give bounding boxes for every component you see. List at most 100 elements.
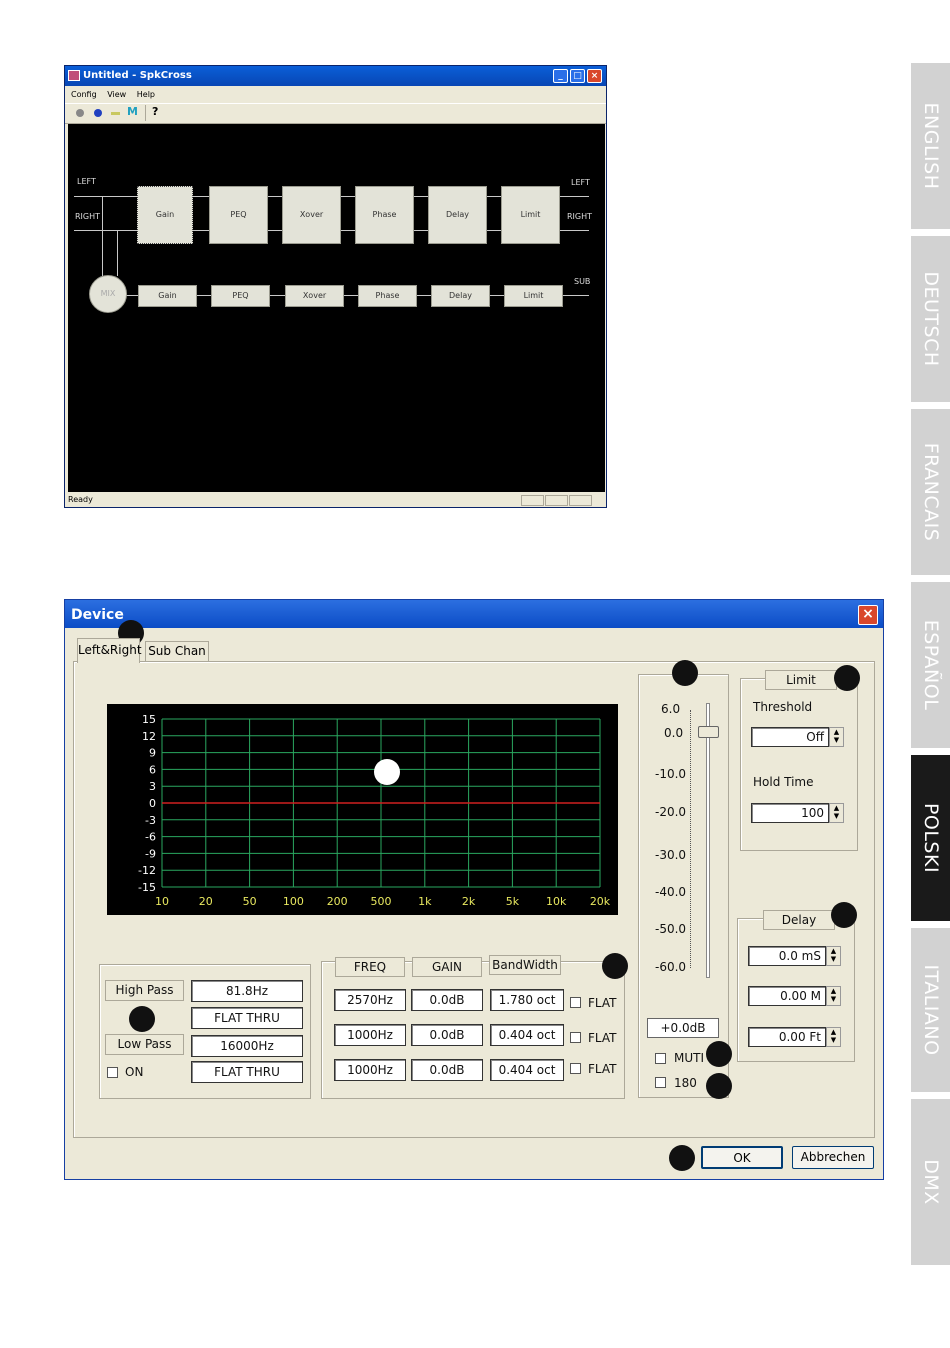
title-bar: Untitled - SpkCross _ □ ×: [65, 66, 606, 86]
dialog-title: Device: [71, 607, 124, 623]
eq-y-tick-label: -9: [145, 847, 156, 860]
sub-peq-block[interactable]: PEQ: [211, 285, 270, 307]
delay-feet-field[interactable]: 0.00 Ft: [748, 1027, 826, 1047]
sub-phase-block[interactable]: Phase: [358, 285, 417, 307]
threshold-field[interactable]: Off: [751, 727, 829, 747]
side-tab-italiano[interactable]: ITALIANO: [911, 928, 950, 1092]
main-peq-block[interactable]: PEQ: [209, 186, 268, 244]
peq-band-2-freq[interactable]: 1000Hz: [334, 1024, 406, 1046]
tab-left-right[interactable]: Left&Right: [77, 638, 142, 663]
peq-band-3-freq[interactable]: 1000Hz: [334, 1059, 406, 1081]
hold-time-label: Hold Time: [753, 775, 814, 789]
low-pass-frequency-field[interactable]: 16000Hz: [191, 1035, 303, 1057]
menu-view[interactable]: View: [107, 90, 126, 99]
phase-180-label: 180: [674, 1076, 697, 1090]
callout-marker-gain: [672, 660, 698, 686]
yellow-bar-icon[interactable]: [111, 112, 120, 115]
eq-y-tick-label: 6: [149, 763, 156, 776]
eq-x-tick-label: 50: [243, 895, 257, 908]
eq-x-tick-label: 100: [283, 895, 304, 908]
ok-button[interactable]: OK: [701, 1146, 783, 1169]
callout-marker-crossover: [129, 1006, 155, 1032]
main-delay-block[interactable]: Delay: [428, 186, 487, 244]
threshold-label: Threshold: [753, 700, 813, 714]
low-pass-on-label: ON: [125, 1065, 144, 1079]
eq-response-graph: 15 12 9 6 3 0 -3 -6 -9 -12 -15 10 20 50 100 200 500 1k 2k 5…: [107, 704, 618, 915]
menu-config[interactable]: Config: [71, 90, 97, 99]
gain-value-field[interactable]: +0.0dB: [647, 1018, 719, 1038]
gray-circle-icon[interactable]: [76, 109, 84, 117]
main-phase-block[interactable]: Phase: [355, 186, 414, 244]
cancel-button[interactable]: Abbrechen: [792, 1146, 874, 1169]
sub-limit-block[interactable]: Limit: [504, 285, 563, 307]
threshold-spinner[interactable]: ▲ ▼: [829, 727, 844, 747]
mix-node[interactable]: MIX: [89, 275, 127, 313]
main-limit-block[interactable]: Limit: [501, 186, 560, 244]
delay-meters-field[interactable]: 0.00 M: [748, 986, 826, 1006]
side-tab-espanol[interactable]: ESPAÑOL: [911, 582, 950, 748]
gain-header: GAIN: [412, 957, 482, 977]
peq-band-2-bandwidth[interactable]: 0.404 oct: [490, 1024, 564, 1046]
m-icon[interactable]: M: [127, 105, 138, 118]
peq-band-1-gain[interactable]: 0.0dB: [411, 989, 483, 1011]
peq-band-3-gain[interactable]: 0.0dB: [411, 1059, 483, 1081]
sub-output-label: SUB: [574, 277, 591, 286]
side-tab-english[interactable]: ENGLISH: [911, 63, 950, 229]
delay-ms-field[interactable]: 0.0 mS: [748, 946, 826, 966]
gain-fader-handle[interactable]: [698, 726, 719, 738]
sub-delay-block[interactable]: Delay: [431, 285, 490, 307]
low-pass-type-field[interactable]: FLAT THRU: [191, 1061, 303, 1083]
sub-gain-block[interactable]: Gain: [138, 285, 197, 307]
spkcross-window: Untitled - SpkCross _ □ × Config View He…: [64, 65, 607, 508]
peq-band-1-freq[interactable]: 2570Hz: [334, 989, 406, 1011]
eq-y-tick-label: 9: [149, 747, 156, 760]
side-tab-deutsch[interactable]: DEUTSCH: [911, 236, 950, 402]
callout-marker-phase: [706, 1073, 732, 1099]
high-pass-type-field[interactable]: FLAT THRU: [191, 1007, 303, 1029]
tab-sub-chan[interactable]: Sub Chan: [145, 641, 209, 662]
maximize-button[interactable]: □: [570, 69, 585, 83]
peq-band-2-gain[interactable]: 0.0dB: [411, 1024, 483, 1046]
right-output-label: RIGHT: [567, 212, 593, 221]
fader-tick-marks: [690, 710, 692, 968]
main-xover-block[interactable]: Xover: [282, 186, 341, 244]
sub-xover-block[interactable]: Xover: [285, 285, 344, 307]
side-tab-francais[interactable]: FRANCAIS: [911, 409, 950, 575]
high-pass-frequency-field[interactable]: 81.8Hz: [191, 980, 303, 1002]
delay-ms-spinner[interactable]: ▲ ▼: [826, 946, 841, 966]
bandwidth-header: BandWidth: [489, 955, 561, 975]
delay-meters-spinner[interactable]: ▲ ▼: [826, 986, 841, 1006]
peq-band-1-bandwidth[interactable]: 1.780 oct: [490, 989, 564, 1011]
blue-circle-icon[interactable]: [94, 109, 102, 117]
close-button[interactable]: ×: [587, 69, 602, 83]
right-input-label: RIGHT: [75, 212, 101, 221]
minimize-button[interactable]: _: [553, 69, 568, 83]
peq-band-1-flat-checkbox[interactable]: [570, 997, 581, 1008]
signal-flow-canvas: LEFT RIGHT LEFT RIGHT SUB Gain PEQ Xover…: [68, 124, 605, 492]
peq-band-2-flat-checkbox[interactable]: [570, 1032, 581, 1043]
eq-x-tick-label: 10: [155, 895, 169, 908]
eq-y-tick-label: -15: [138, 881, 156, 894]
side-tab-dmx[interactable]: DMX: [911, 1099, 950, 1265]
delay-feet-spinner[interactable]: ▲ ▼: [826, 1027, 841, 1047]
gain-scale-6: 6.0: [661, 702, 681, 716]
side-tab-italiano-label: ITALIANO: [919, 964, 942, 1056]
low-pass-on-checkbox[interactable]: [107, 1067, 118, 1078]
eq-x-tick-label: 5k: [506, 895, 520, 908]
mute-checkbox[interactable]: [655, 1053, 666, 1064]
dialog-close-button[interactable]: ×: [858, 605, 878, 625]
callout-marker-graph: [374, 759, 400, 785]
help-icon[interactable]: ?: [152, 105, 158, 118]
phase-180-checkbox[interactable]: [655, 1077, 666, 1088]
peq-band-3-flat-checkbox[interactable]: [570, 1063, 581, 1074]
peq-band-3-bandwidth[interactable]: 0.404 oct: [490, 1059, 564, 1081]
eq-graph-svg: 15 12 9 6 3 0 -3 -6 -9 -12 -1510 20 50 100 200 500 1k 2k 5…: [138, 713, 611, 908]
hold-time-field[interactable]: 100: [751, 803, 829, 823]
hold-time-spinner[interactable]: ▲ ▼: [829, 803, 844, 823]
menu-help[interactable]: Help: [137, 90, 155, 99]
main-gain-block[interactable]: Gain: [137, 186, 193, 244]
side-tab-polski[interactable]: POLSKI: [911, 755, 950, 921]
eq-y-tick-label: 0: [149, 797, 156, 810]
gain-fader-track[interactable]: [706, 703, 710, 978]
mute-label: MUTI: [674, 1051, 705, 1065]
